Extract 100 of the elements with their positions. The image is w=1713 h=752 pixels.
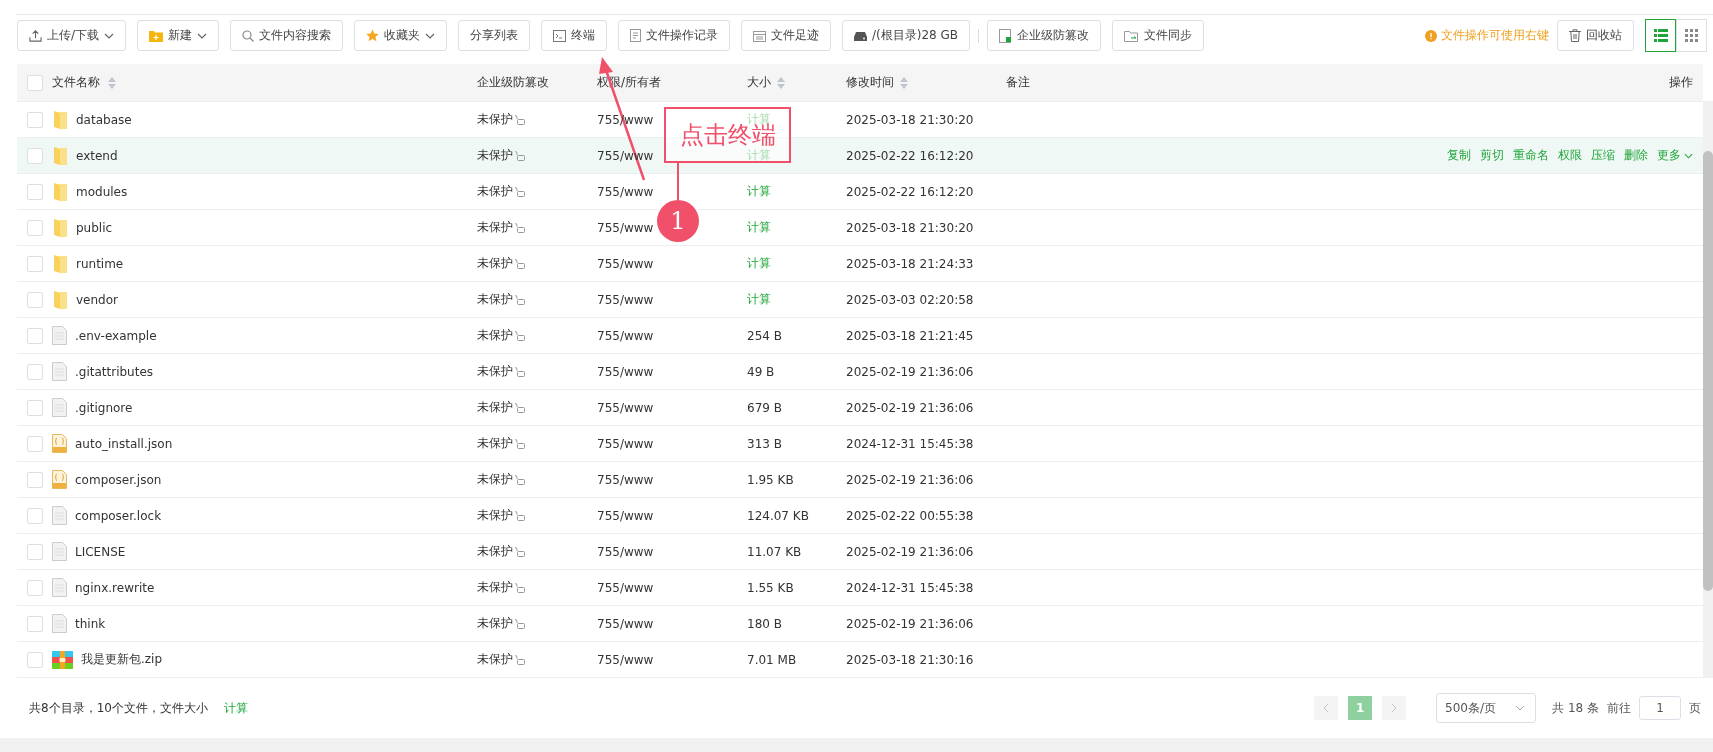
protection-status[interactable]: 未保护 bbox=[477, 255, 513, 272]
protection-status[interactable]: 未保护 bbox=[477, 399, 513, 416]
protection-status[interactable]: 未保护 bbox=[477, 651, 513, 668]
file-name[interactable]: composer.json bbox=[75, 472, 162, 487]
permission-owner[interactable]: 755/www bbox=[597, 220, 654, 235]
permission-owner[interactable]: 755/www bbox=[597, 184, 654, 199]
file-name[interactable]: vendor bbox=[76, 292, 118, 307]
file-name[interactable]: 我是更新包.zip bbox=[81, 651, 163, 668]
toolbar-button[interactable]: 文件足迹 bbox=[741, 20, 832, 51]
file-name[interactable]: public bbox=[76, 220, 113, 235]
file-name[interactable]: composer.lock bbox=[75, 508, 162, 523]
toolbar-button[interactable]: 文件同步 bbox=[1112, 20, 1205, 51]
sort-icon[interactable] bbox=[777, 76, 785, 89]
row-checkbox[interactable] bbox=[26, 255, 43, 272]
protection-status[interactable]: 未保护 bbox=[477, 615, 513, 632]
toolbar-button[interactable]: 企业级防篡改 bbox=[987, 20, 1102, 51]
file-row[interactable]: auto_install.json 未保护 755/www 313 B 2024-12-31 15:45:38 bbox=[17, 426, 1703, 462]
toolbar-button[interactable]: 分享列表 bbox=[458, 20, 531, 51]
toolbar-button[interactable]: 上传/下载 bbox=[17, 20, 127, 51]
protection-status[interactable]: 未保护 bbox=[477, 471, 513, 488]
row-checkbox[interactable] bbox=[26, 615, 43, 632]
file-row[interactable]: runtime 未保护 755/www 计算 2025-03-18 21:24:33 bbox=[17, 246, 1703, 282]
column-header[interactable]: 大小 bbox=[747, 74, 771, 91]
file-row[interactable]: .gitattributes 未保护 755/www 49 B 2025-02-19 21:36:06 bbox=[17, 354, 1703, 390]
row-checkbox[interactable] bbox=[26, 147, 43, 164]
permission-owner[interactable]: 755/www bbox=[597, 292, 654, 307]
protection-status[interactable]: 未保护 bbox=[477, 507, 513, 524]
next-page-button[interactable] bbox=[1382, 696, 1407, 720]
permission-owner[interactable]: 755/www bbox=[597, 508, 654, 523]
row-checkbox[interactable] bbox=[26, 399, 43, 416]
file-row[interactable]: .env-example 未保护 755/www 254 B 2025-03-18 21:21:45 bbox=[17, 318, 1703, 354]
file-name[interactable]: database bbox=[76, 112, 132, 127]
permission-owner[interactable]: 755/www bbox=[597, 256, 654, 271]
file-row[interactable]: composer.lock 未保护 755/www 124.07 KB 2025-02-22 00:55:38 bbox=[17, 498, 1703, 534]
goto-page-field[interactable]: 1 bbox=[1639, 696, 1681, 720]
protection-status[interactable]: 未保护 bbox=[477, 291, 513, 308]
permission-owner[interactable]: 755/www bbox=[597, 616, 654, 631]
protection-status[interactable]: 未保护 bbox=[477, 183, 513, 200]
permission-owner[interactable]: 755/www bbox=[597, 436, 654, 451]
protection-status[interactable]: 未保护 bbox=[477, 147, 513, 164]
protection-status[interactable]: 未保护 bbox=[477, 435, 513, 452]
file-name[interactable]: LICENSE bbox=[75, 544, 126, 559]
row-checkbox[interactable] bbox=[26, 111, 43, 128]
toolbar-button[interactable]: 文件内容搜索 bbox=[230, 20, 344, 51]
protection-status[interactable]: 未保护 bbox=[477, 543, 513, 560]
row-checkbox[interactable] bbox=[26, 219, 43, 236]
permission-owner[interactable]: 755/www bbox=[597, 544, 654, 559]
protection-status[interactable]: 未保护 bbox=[477, 327, 513, 344]
sort-icon[interactable] bbox=[900, 76, 908, 89]
file-row[interactable]: 我是更新包.zip 未保护 755/www 7.01 MB 2025-03-18 21:30:16 bbox=[17, 642, 1703, 678]
page-size-select[interactable]: 500条/页 bbox=[1436, 693, 1537, 723]
protection-status[interactable]: 未保护 bbox=[477, 579, 513, 596]
file-name[interactable]: auto_install.json bbox=[75, 436, 173, 451]
permission-owner[interactable]: 755/www bbox=[597, 400, 654, 415]
row-checkbox[interactable] bbox=[26, 507, 43, 524]
toolbar-button[interactable]: 收藏夹 bbox=[354, 20, 448, 51]
file-row[interactable]: nginx.rewrite 未保护 755/www 1.55 KB 2024-12-31 15:45:38 bbox=[17, 570, 1703, 606]
row-checkbox[interactable] bbox=[26, 327, 43, 344]
protection-status[interactable]: 未保护 bbox=[477, 219, 513, 236]
file-row[interactable]: composer.json 未保护 755/www 1.95 KB 2025-02-19 21:36:06 bbox=[17, 462, 1703, 498]
row-checkbox[interactable] bbox=[26, 579, 43, 596]
file-name[interactable]: nginx.rewrite bbox=[75, 580, 155, 595]
row-checkbox[interactable] bbox=[26, 183, 43, 200]
grid-view-button[interactable] bbox=[1676, 19, 1707, 52]
file-name[interactable]: runtime bbox=[76, 256, 124, 271]
file-name[interactable]: .env-example bbox=[75, 328, 157, 343]
row-checkbox[interactable] bbox=[26, 291, 43, 308]
file-name[interactable]: extend bbox=[76, 148, 118, 163]
row-checkbox[interactable] bbox=[26, 651, 43, 668]
toolbar-button[interactable]: 新建 bbox=[137, 20, 220, 51]
recycle-bin-button[interactable]: 回收站 bbox=[1557, 20, 1634, 51]
protection-status[interactable]: 未保护 bbox=[477, 111, 513, 128]
sort-icon[interactable] bbox=[108, 76, 116, 89]
file-name[interactable]: .gitignore bbox=[75, 400, 133, 415]
file-row[interactable]: LICENSE 未保护 755/www 11.07 KB 2025-02-19 21:36:06 bbox=[17, 534, 1703, 570]
previous-page-button[interactable] bbox=[1314, 696, 1339, 720]
permission-owner[interactable]: 755/www bbox=[597, 580, 654, 595]
protection-status[interactable]: 未保护 bbox=[477, 363, 513, 380]
column-header[interactable]: 文件名称 bbox=[52, 74, 100, 91]
toolbar-button[interactable]: /(根目录)28 GB bbox=[842, 20, 971, 51]
file-name[interactable]: modules bbox=[76, 184, 128, 199]
toolbar-button[interactable]: 终端 bbox=[541, 20, 608, 51]
toolbar-button[interactable]: 文件操作记录 bbox=[618, 20, 731, 51]
row-checkbox[interactable] bbox=[26, 435, 43, 452]
permission-owner[interactable]: 755/www bbox=[597, 364, 654, 379]
permission-owner[interactable]: 755/www bbox=[597, 472, 654, 487]
select-all-checkbox[interactable] bbox=[26, 74, 43, 91]
row-checkbox[interactable] bbox=[26, 363, 43, 380]
file-row[interactable]: think 未保护 755/www 180 B 2025-02-19 21:36:06 bbox=[17, 606, 1703, 642]
file-row[interactable]: vendor 未保护 755/www 计算 2025-03-03 02:20:58 bbox=[17, 282, 1703, 318]
scrollbar[interactable] bbox=[1703, 101, 1713, 678]
file-name[interactable]: think bbox=[75, 616, 106, 631]
column-header[interactable]: 修改时间 bbox=[846, 74, 894, 91]
list-view-button[interactable] bbox=[1645, 19, 1676, 52]
row-checkbox[interactable] bbox=[26, 471, 43, 488]
permission-owner[interactable]: 755/www bbox=[597, 328, 654, 343]
file-row[interactable]: .gitignore 未保护 755/www 679 B 2025-02-19 21:36:06 bbox=[17, 390, 1703, 426]
row-checkbox[interactable] bbox=[26, 543, 43, 560]
file-name[interactable]: .gitattributes bbox=[75, 364, 154, 379]
permission-owner[interactable]: 755/www bbox=[597, 652, 654, 667]
